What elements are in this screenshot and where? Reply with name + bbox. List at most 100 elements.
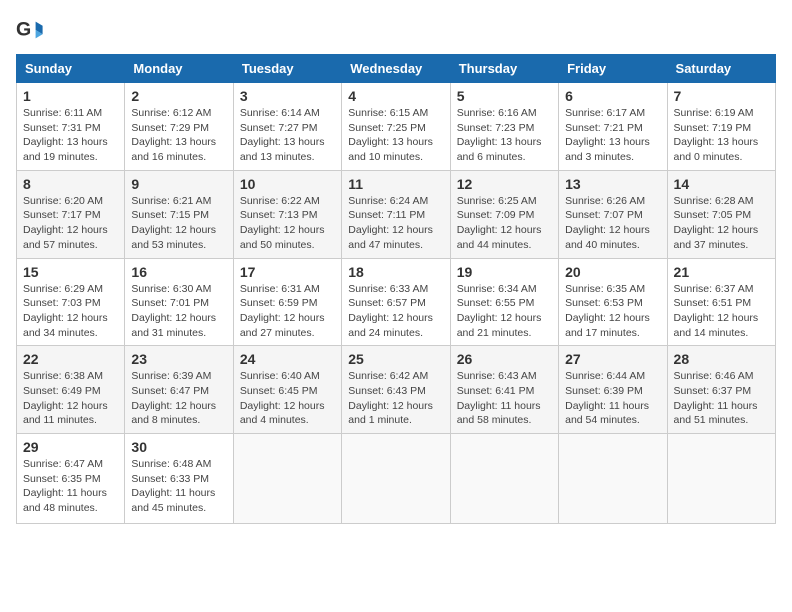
day-number: 11	[348, 176, 443, 192]
calendar-cell: 13 Sunrise: 6:26 AMSunset: 7:07 PMDayligh…	[559, 170, 667, 258]
calendar-cell: 23 Sunrise: 6:39 AMSunset: 6:47 PMDayligh…	[125, 346, 233, 434]
calendar-cell: 11 Sunrise: 6:24 AMSunset: 7:11 PMDayligh…	[342, 170, 450, 258]
day-info: Sunrise: 6:31 AMSunset: 6:59 PMDaylight:…	[240, 282, 335, 341]
calendar-cell: 1 Sunrise: 6:11 AMSunset: 7:31 PMDaylight…	[17, 83, 125, 171]
calendar-cell: 10 Sunrise: 6:22 AMSunset: 7:13 PMDayligh…	[233, 170, 341, 258]
calendar-cell: 30 Sunrise: 6:48 AMSunset: 6:33 PMDayligh…	[125, 434, 233, 524]
day-number: 4	[348, 88, 443, 104]
day-number: 1	[23, 88, 118, 104]
day-info: Sunrise: 6:42 AMSunset: 6:43 PMDaylight:…	[348, 369, 443, 428]
day-info: Sunrise: 6:11 AMSunset: 7:31 PMDaylight:…	[23, 106, 118, 165]
day-info: Sunrise: 6:20 AMSunset: 7:17 PMDaylight:…	[23, 194, 118, 253]
calendar-cell: 14 Sunrise: 6:28 AMSunset: 7:05 PMDayligh…	[667, 170, 775, 258]
day-info: Sunrise: 6:47 AMSunset: 6:35 PMDaylight:…	[23, 457, 118, 516]
day-number: 30	[131, 439, 226, 455]
day-number: 17	[240, 264, 335, 280]
calendar-cell: 7Sunrise: 6:19 AMSunset: 7:19 PMDaylight…	[667, 83, 775, 171]
weekday-header-thursday: Thursday	[450, 55, 558, 83]
day-info: Sunrise: 6:25 AMSunset: 7:09 PMDaylight:…	[457, 194, 552, 253]
day-number: 3	[240, 88, 335, 104]
week-row-3: 15 Sunrise: 6:29 AMSunset: 7:03 PMDayligh…	[17, 258, 776, 346]
weekday-header-row: SundayMondayTuesdayWednesdayThursdayFrid…	[17, 55, 776, 83]
calendar-cell: 21Sunrise: 6:37 AMSunset: 6:51 PMDayligh…	[667, 258, 775, 346]
day-info: Sunrise: 6:30 AMSunset: 7:01 PMDaylight:…	[131, 282, 226, 341]
day-number: 12	[457, 176, 552, 192]
day-info: Sunrise: 6:29 AMSunset: 7:03 PMDaylight:…	[23, 282, 118, 341]
day-number: 24	[240, 351, 335, 367]
day-info: Sunrise: 6:44 AMSunset: 6:39 PMDaylight:…	[565, 369, 660, 428]
calendar-cell: 20 Sunrise: 6:35 AMSunset: 6:53 PMDayligh…	[559, 258, 667, 346]
calendar-cell	[559, 434, 667, 524]
calendar-cell: 12 Sunrise: 6:25 AMSunset: 7:09 PMDayligh…	[450, 170, 558, 258]
day-number: 23	[131, 351, 226, 367]
calendar-cell: 15 Sunrise: 6:29 AMSunset: 7:03 PMDayligh…	[17, 258, 125, 346]
day-info: Sunrise: 6:40 AMSunset: 6:45 PMDaylight:…	[240, 369, 335, 428]
day-info: Sunrise: 6:37 AMSunset: 6:51 PMDaylight:…	[674, 282, 769, 341]
week-row-2: 8 Sunrise: 6:20 AMSunset: 7:17 PMDaylight…	[17, 170, 776, 258]
day-number: 13	[565, 176, 660, 192]
calendar-cell: 28 Sunrise: 6:46 AMSunset: 6:37 PMDayligh…	[667, 346, 775, 434]
week-row-5: 29 Sunrise: 6:47 AMSunset: 6:35 PMDayligh…	[17, 434, 776, 524]
calendar-cell: 8 Sunrise: 6:20 AMSunset: 7:17 PMDaylight…	[17, 170, 125, 258]
calendar-cell: 26 Sunrise: 6:43 AMSunset: 6:41 PMDayligh…	[450, 346, 558, 434]
week-row-4: 22 Sunrise: 6:38 AMSunset: 6:49 PMDayligh…	[17, 346, 776, 434]
calendar-cell	[342, 434, 450, 524]
calendar-cell	[233, 434, 341, 524]
day-info: Sunrise: 6:15 AMSunset: 7:25 PMDaylight:…	[348, 106, 443, 165]
day-info: Sunrise: 6:48 AMSunset: 6:33 PMDaylight:…	[131, 457, 226, 516]
day-info: Sunrise: 6:34 AMSunset: 6:55 PMDaylight:…	[457, 282, 552, 341]
day-info: Sunrise: 6:16 AMSunset: 7:23 PMDaylight:…	[457, 106, 552, 165]
day-number: 6	[565, 88, 660, 104]
day-number: 26	[457, 351, 552, 367]
calendar-cell: 2Sunrise: 6:12 AMSunset: 7:29 PMDaylight…	[125, 83, 233, 171]
calendar-cell: 16Sunrise: 6:30 AMSunset: 7:01 PMDayligh…	[125, 258, 233, 346]
calendar-cell	[667, 434, 775, 524]
calendar-cell: 29 Sunrise: 6:47 AMSunset: 6:35 PMDayligh…	[17, 434, 125, 524]
weekday-header-friday: Friday	[559, 55, 667, 83]
day-info: Sunrise: 6:38 AMSunset: 6:49 PMDaylight:…	[23, 369, 118, 428]
calendar-cell: 18 Sunrise: 6:33 AMSunset: 6:57 PMDayligh…	[342, 258, 450, 346]
day-info: Sunrise: 6:17 AMSunset: 7:21 PMDaylight:…	[565, 106, 660, 165]
day-info: Sunrise: 6:46 AMSunset: 6:37 PMDaylight:…	[674, 369, 769, 428]
calendar-cell: 24 Sunrise: 6:40 AMSunset: 6:45 PMDayligh…	[233, 346, 341, 434]
calendar-cell	[450, 434, 558, 524]
calendar-cell: 3 Sunrise: 6:14 AMSunset: 7:27 PMDaylight…	[233, 83, 341, 171]
day-info: Sunrise: 6:35 AMSunset: 6:53 PMDaylight:…	[565, 282, 660, 341]
day-info: Sunrise: 6:14 AMSunset: 7:27 PMDaylight:…	[240, 106, 335, 165]
day-number: 5	[457, 88, 552, 104]
logo: G	[16, 16, 48, 44]
day-info: Sunrise: 6:24 AMSunset: 7:11 PMDaylight:…	[348, 194, 443, 253]
day-number: 18	[348, 264, 443, 280]
day-info: Sunrise: 6:21 AMSunset: 7:15 PMDaylight:…	[131, 194, 226, 253]
weekday-header-wednesday: Wednesday	[342, 55, 450, 83]
day-info: Sunrise: 6:26 AMSunset: 7:07 PMDaylight:…	[565, 194, 660, 253]
day-info: Sunrise: 6:22 AMSunset: 7:13 PMDaylight:…	[240, 194, 335, 253]
calendar-cell: 9Sunrise: 6:21 AMSunset: 7:15 PMDaylight…	[125, 170, 233, 258]
day-number: 25	[348, 351, 443, 367]
weekday-header-monday: Monday	[125, 55, 233, 83]
day-number: 14	[674, 176, 769, 192]
day-number: 22	[23, 351, 118, 367]
day-info: Sunrise: 6:12 AMSunset: 7:29 PMDaylight:…	[131, 106, 226, 165]
day-number: 19	[457, 264, 552, 280]
day-number: 8	[23, 176, 118, 192]
week-row-1: 1 Sunrise: 6:11 AMSunset: 7:31 PMDaylight…	[17, 83, 776, 171]
day-info: Sunrise: 6:43 AMSunset: 6:41 PMDaylight:…	[457, 369, 552, 428]
calendar-cell: 25 Sunrise: 6:42 AMSunset: 6:43 PMDayligh…	[342, 346, 450, 434]
calendar-cell: 19 Sunrise: 6:34 AMSunset: 6:55 PMDayligh…	[450, 258, 558, 346]
day-number: 28	[674, 351, 769, 367]
day-number: 27	[565, 351, 660, 367]
calendar-cell: 27 Sunrise: 6:44 AMSunset: 6:39 PMDayligh…	[559, 346, 667, 434]
day-info: Sunrise: 6:19 AMSunset: 7:19 PMDaylight:…	[674, 106, 769, 165]
day-number: 10	[240, 176, 335, 192]
svg-text:G: G	[16, 19, 31, 41]
day-number: 29	[23, 439, 118, 455]
day-info: Sunrise: 6:39 AMSunset: 6:47 PMDaylight:…	[131, 369, 226, 428]
weekday-header-saturday: Saturday	[667, 55, 775, 83]
weekday-header-tuesday: Tuesday	[233, 55, 341, 83]
day-number: 15	[23, 264, 118, 280]
day-info: Sunrise: 6:28 AMSunset: 7:05 PMDaylight:…	[674, 194, 769, 253]
calendar-cell: 22 Sunrise: 6:38 AMSunset: 6:49 PMDayligh…	[17, 346, 125, 434]
day-number: 20	[565, 264, 660, 280]
day-info: Sunrise: 6:33 AMSunset: 6:57 PMDaylight:…	[348, 282, 443, 341]
